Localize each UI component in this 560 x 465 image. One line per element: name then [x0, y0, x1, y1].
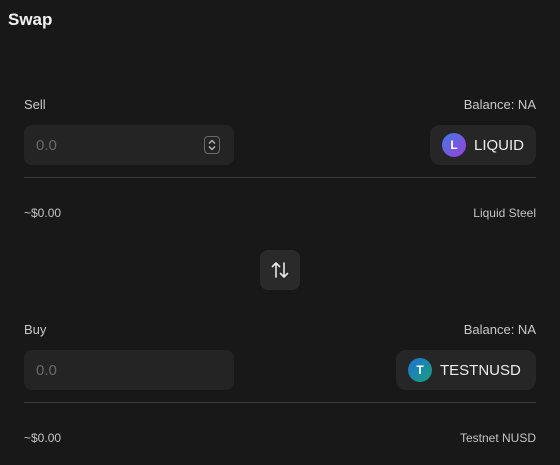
- testnusd-token-icon: T: [408, 358, 432, 382]
- buy-token-label: TESTNUSD: [440, 361, 521, 379]
- buy-usd-value: ~$0.00: [24, 431, 62, 445]
- swap-direction-icon: [271, 262, 289, 278]
- page-title: Swap: [8, 10, 53, 29]
- sell-label: Sell: [24, 97, 46, 112]
- sell-balance: Balance: NA: [463, 97, 536, 112]
- sell-token-label: LIQUID: [473, 136, 524, 154]
- buy-amount-input[interactable]: [24, 350, 234, 390]
- buy-label: Buy: [24, 322, 47, 337]
- buy-balance: Balance: NA: [463, 322, 536, 337]
- buy-token-selector[interactable]: T TESTNUSD: [396, 350, 536, 390]
- swap-direction-button[interactable]: [260, 250, 300, 290]
- number-stepper-icon[interactable]: [204, 136, 220, 154]
- swap-panel: Swap Sell Balance: NA L LIQUID ~$0.00 Li…: [0, 0, 560, 465]
- buy-divider: [24, 402, 536, 403]
- sell-token-selector[interactable]: L LIQUID: [430, 125, 536, 165]
- sell-token-name: Liquid Steel: [473, 206, 536, 220]
- sell-usd-value: ~$0.00: [24, 206, 62, 220]
- buy-token-name: Testnet NUSD: [459, 431, 536, 445]
- liquid-token-icon: L: [442, 133, 466, 157]
- sell-amount-input[interactable]: [24, 125, 234, 165]
- sell-divider: [24, 177, 536, 178]
